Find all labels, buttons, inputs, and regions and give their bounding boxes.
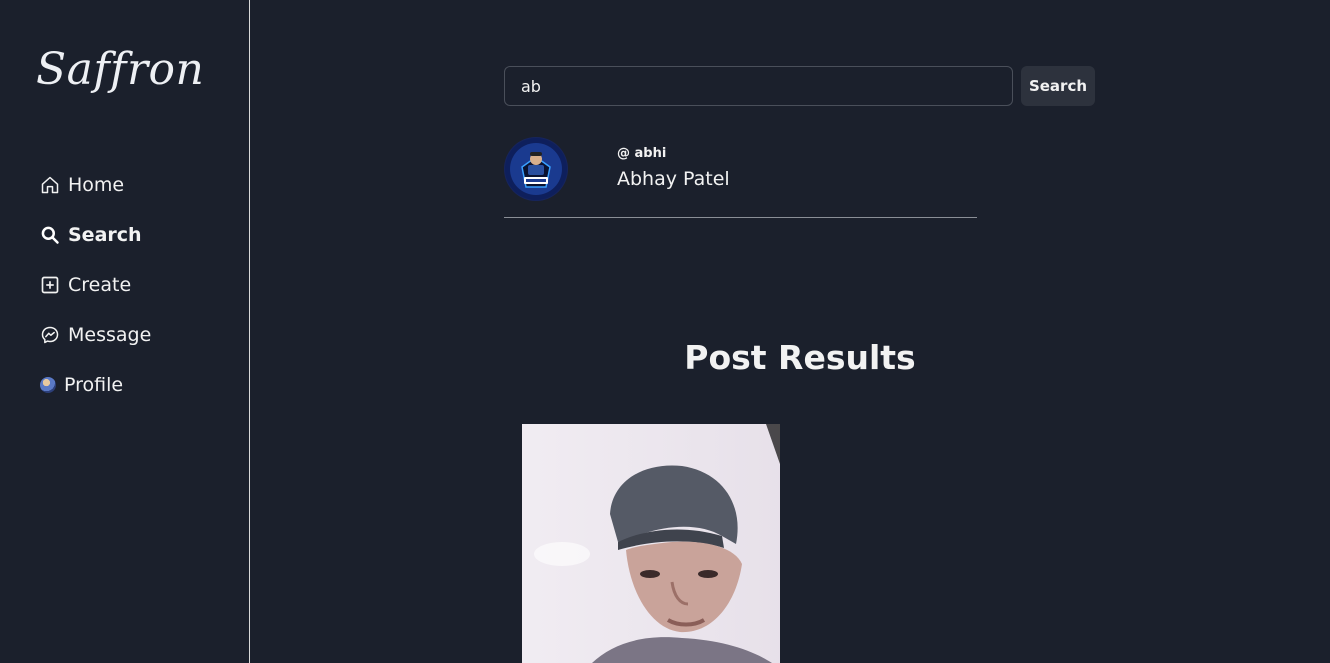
home-icon	[40, 175, 60, 195]
sidebar-item-label: Search	[68, 224, 142, 246]
sidebar-item-create[interactable]: Create	[40, 270, 151, 300]
sidebar-item-label: Home	[68, 174, 125, 196]
sidebar-item-label: Create	[68, 274, 132, 296]
username: @ abhi	[617, 146, 667, 161]
user-result-item[interactable]: @ abhi Abhay Patel	[504, 136, 977, 218]
app-root: Saffron Home Search Create Message Profi…	[0, 0, 1330, 663]
app-logo[interactable]: Saffron	[36, 44, 204, 95]
plus-square-icon	[40, 275, 60, 295]
user-avatar	[504, 137, 568, 201]
avatar	[40, 377, 56, 393]
search-button[interactable]: Search	[1021, 66, 1095, 106]
post-thumbnail[interactable]	[522, 424, 780, 663]
sidebar-item-home[interactable]: Home	[40, 170, 151, 200]
post-results-heading: Post Results	[684, 338, 916, 377]
sidebar: Saffron Home Search Create Message Profi…	[0, 0, 250, 663]
search-input[interactable]	[504, 66, 1013, 106]
full-name: Abhay Patel	[617, 168, 730, 190]
sidebar-item-search[interactable]: Search	[40, 220, 151, 250]
sidebar-item-label: Profile	[64, 374, 124, 396]
search-icon	[40, 225, 60, 245]
sidebar-nav: Home Search Create Message Profile	[40, 170, 151, 420]
